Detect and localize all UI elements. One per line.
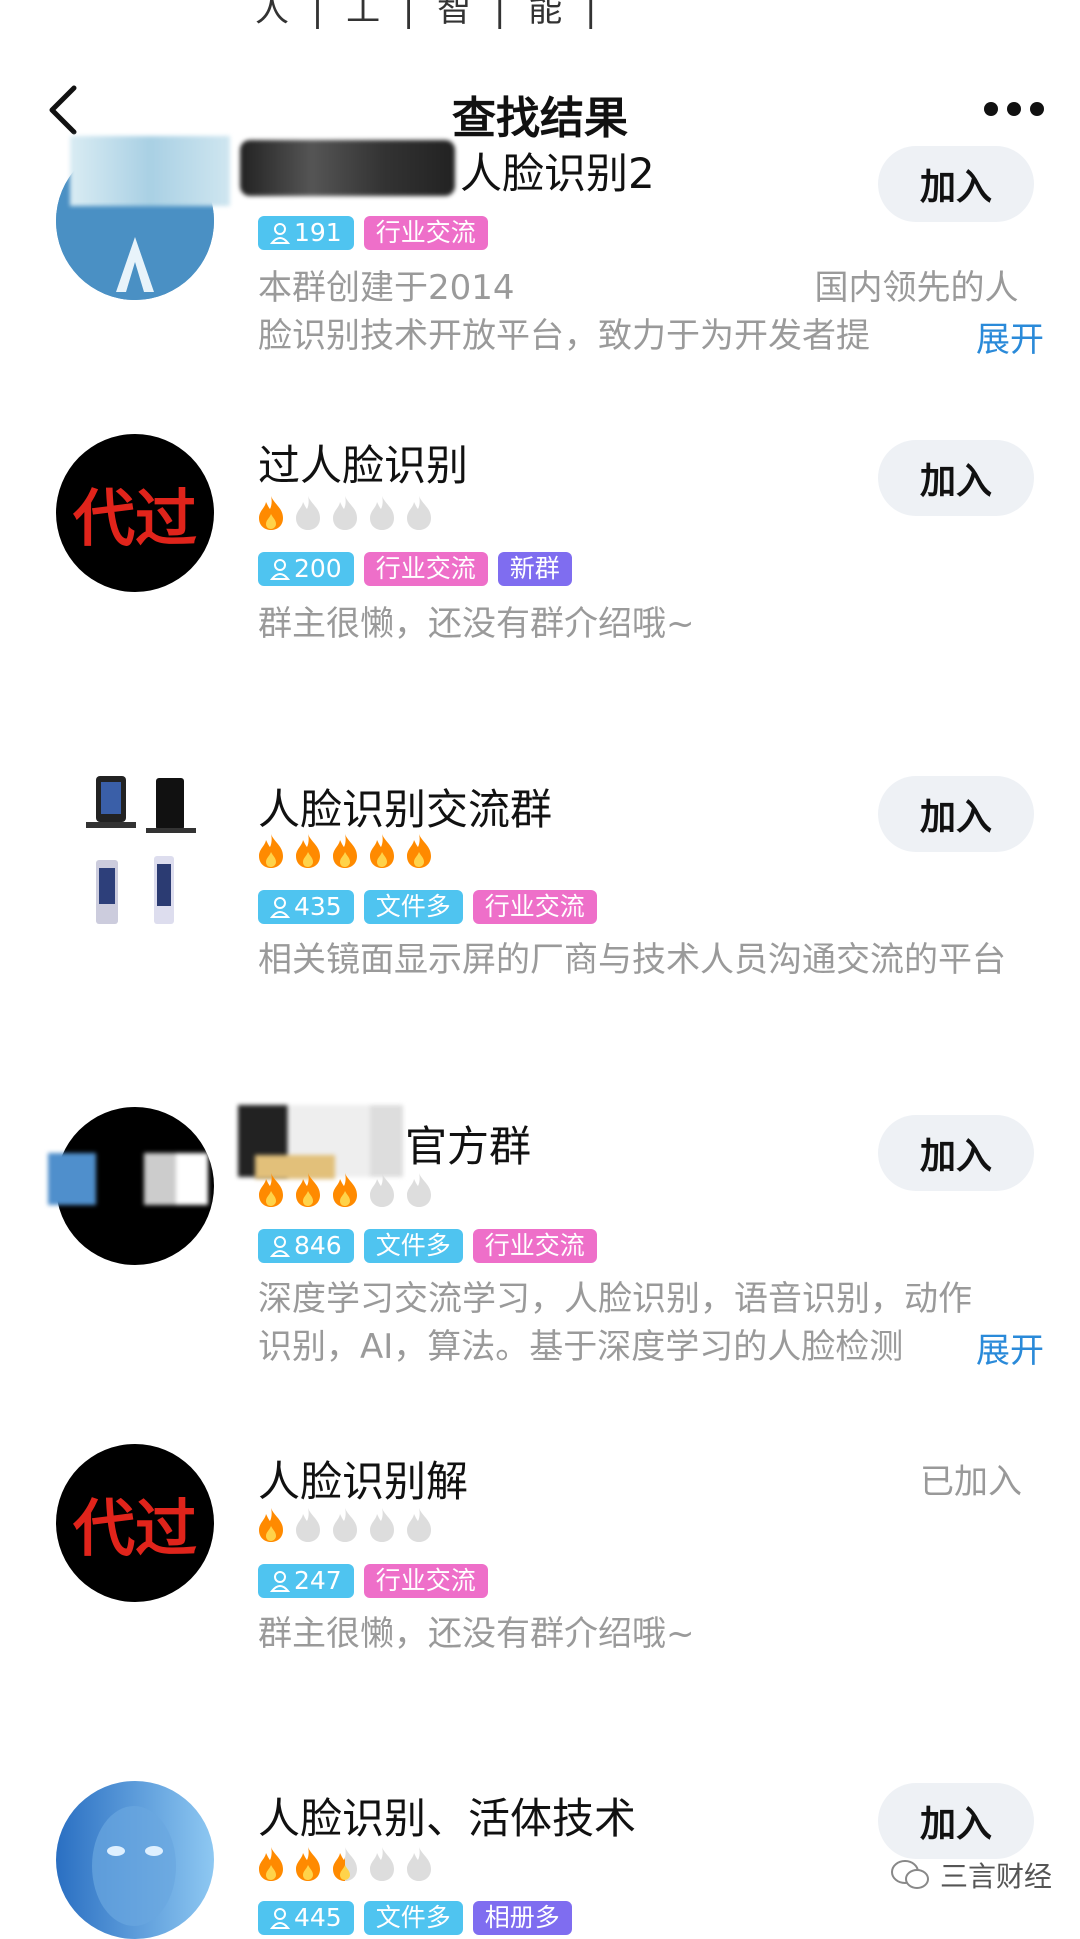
group-description: 群主很懒，还没有群介绍哦~ [258, 1614, 695, 1654]
flame-icon-empty [296, 1508, 320, 1542]
group-item[interactable]: 人脸识别交流群 加入 435 文件多 行业交流 相关镜面显示屏的厂商与技术人员沟… [0, 768, 1080, 1068]
pixelated-avatar-overlay [70, 136, 230, 206]
activity-rating [256, 832, 435, 872]
member-count-badge: 846 [258, 1229, 354, 1263]
tag-list: 191 行业交流 [258, 216, 488, 250]
flame-icon-empty [370, 1508, 394, 1542]
join-button[interactable]: 加入 [878, 1115, 1034, 1191]
flame-icon-filled [296, 834, 320, 868]
flame-icon-empty [333, 496, 357, 530]
more-icon[interactable] [984, 102, 1044, 122]
activity-rating [256, 1506, 435, 1546]
group-item[interactable]: 代过 人脸识别解 已加入 247 行业交流 群主很懒，还没有群介绍哦~ [0, 1440, 1080, 1690]
tag-industry: 行业交流 [363, 1564, 488, 1598]
wechat-icon [891, 1860, 929, 1889]
group-name: 过人脸识别 [258, 441, 469, 490]
flame-icon-filled [333, 834, 357, 868]
flame-icon-empty [333, 1508, 357, 1542]
activity-rating [256, 1171, 435, 1211]
group-name: 人脸识别、活体技术 [258, 1794, 637, 1843]
member-count-badge: 247 [258, 1564, 354, 1598]
tag-list: 435 文件多 行业交流 [258, 890, 597, 924]
group-description: 相关镜面显示屏的厂商与技术人员沟通交流的平台 [258, 940, 1006, 980]
group-avatar [56, 1781, 214, 1939]
member-count-badge: 445 [258, 1901, 354, 1935]
tag-many-files: 文件多 [363, 1229, 463, 1263]
tag-list: 445 文件多 相册多 [258, 1901, 572, 1935]
flame-icon-filled [259, 1847, 283, 1881]
flame-icon-filled [259, 834, 283, 868]
flame-icon-empty [370, 1847, 394, 1881]
tag-many-files: 文件多 [363, 890, 463, 924]
pixelated-avatar-overlay [48, 1153, 208, 1205]
watermark: 三言财经 [890, 1855, 1052, 1895]
person-icon [270, 1571, 290, 1592]
flame-icon-filled [296, 1847, 320, 1881]
person-icon [270, 897, 290, 918]
join-button[interactable]: 加入 [878, 146, 1034, 222]
group-description: 群主很懒，还没有群介绍哦~ [258, 604, 695, 644]
join-button[interactable]: 加入 [878, 776, 1034, 852]
group-avatar: 代过 [56, 434, 214, 592]
join-button[interactable]: 加入 [878, 440, 1034, 516]
flame-icon-empty [407, 496, 431, 530]
flame-icon-filled [259, 1173, 283, 1207]
group-avatar [56, 772, 214, 930]
flame-icon-filled [259, 496, 283, 530]
flame-icon-filled [259, 1508, 283, 1542]
watermark-text: 三言财经 [940, 1860, 1053, 1893]
tag-industry: 行业交流 [472, 890, 597, 924]
flame-icon-empty [407, 1847, 431, 1881]
person-icon [270, 1236, 290, 1257]
flame-icon-empty [296, 496, 320, 530]
group-name: 官方群 [405, 1122, 532, 1171]
person-icon [270, 223, 290, 244]
group-item[interactable]: 代过 过人脸识别 加入 200 行业交流 新群 群主很懒，还没有群介绍哦~ [0, 430, 1080, 670]
person-icon [270, 1908, 290, 1929]
tag-industry: 行业交流 [363, 216, 488, 250]
expand-link[interactable]: 展开 [968, 1323, 1044, 1372]
join-button[interactable]: 加入 [878, 1783, 1034, 1859]
group-description: 深度学习交流学习，人脸识别，语音识别，动作 识别，AI，算法。基于深度学习的人脸… [258, 1279, 972, 1367]
flame-icon-filled [407, 834, 431, 868]
joined-status: 已加入 [920, 1462, 1022, 1502]
flame-icon-filled [296, 1173, 320, 1207]
group-item[interactable]: 官方群 加入 846 文件多 行业交流 深度学习交流学习，人脸识别，语音识别，动… [0, 1105, 1080, 1405]
person-icon [270, 559, 290, 580]
group-description: 本群创建于2014 国内领先的人 脸识别技术开放平台，致力于为开发者提 [258, 268, 1019, 356]
group-item[interactable]: 人脸识别、活体技术 加入 445 文件多 相册多 [0, 1775, 1080, 1939]
tag-industry: 行业交流 [472, 1229, 597, 1263]
group-item[interactable]: 人脸识别2 加入 191 行业交流 本群创建于2014 国内领先的人 脸识别技术开… [0, 136, 1080, 370]
activity-rating [256, 494, 435, 534]
tag-list: 247 行业交流 [258, 1564, 488, 1598]
tag-list: 846 文件多 行业交流 [258, 1229, 597, 1263]
tag-many-files: 文件多 [363, 1901, 463, 1935]
member-count-badge: 435 [258, 890, 354, 924]
flame-icon-empty [370, 496, 394, 530]
previous-tags-cutoff: 人 | 工 | 智 | 能 | [255, 0, 603, 30]
group-name: 人脸识别交流群 [258, 785, 553, 834]
tag-list: 200 行业交流 新群 [258, 552, 572, 586]
member-count-badge: 200 [258, 552, 354, 586]
flame-icon-filled [370, 834, 394, 868]
group-name: 人脸识别2 [460, 149, 655, 198]
flame-icon-filled [333, 1847, 357, 1881]
redacted-name [240, 140, 455, 196]
tag-many-photos: 相册多 [472, 1901, 572, 1935]
member-count-badge: 191 [258, 216, 354, 250]
flame-icon-empty [407, 1508, 431, 1542]
group-name: 人脸识别解 [258, 1457, 469, 1506]
flame-icon-empty [370, 1173, 394, 1207]
activity-rating [256, 1845, 435, 1885]
expand-link[interactable]: 展开 [968, 312, 1044, 361]
tag-industry: 行业交流 [363, 552, 488, 586]
flame-icon-empty [407, 1173, 431, 1207]
flame-icon-filled [333, 1173, 357, 1207]
group-avatar: 代过 [56, 1444, 214, 1602]
tag-new-group: 新群 [497, 552, 572, 586]
